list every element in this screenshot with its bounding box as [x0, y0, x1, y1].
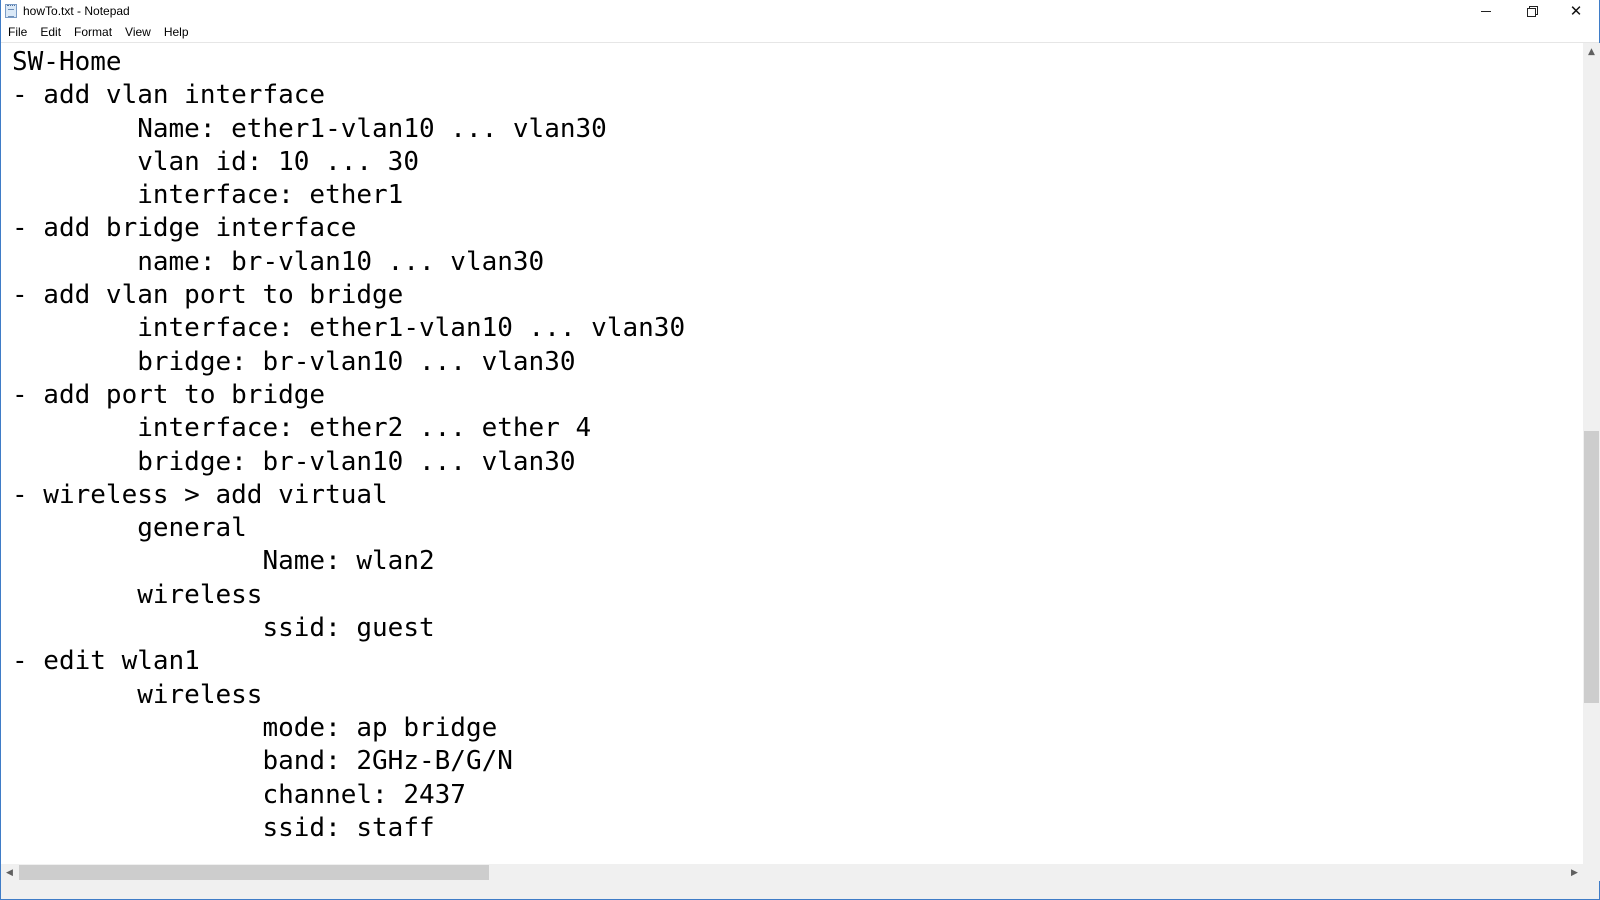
- minimize-icon: [1481, 10, 1491, 12]
- scrollbar-corner: [1583, 864, 1600, 881]
- horizontal-scroll-thumb[interactable]: [19, 865, 489, 880]
- restore-icon: [1527, 6, 1538, 17]
- window-bottom-edge: [1, 881, 1599, 899]
- arrow-left-icon: ◀: [6, 867, 13, 878]
- arrow-right-icon: ▶: [1571, 867, 1578, 878]
- text-editor-area[interactable]: SW-Home - add vlan interface Name: ether…: [1, 43, 1583, 881]
- notepad-icon: [5, 4, 17, 18]
- menu-format[interactable]: Format: [67, 22, 118, 42]
- vertical-scrollbar[interactable]: ▲ ▼: [1583, 43, 1600, 881]
- minimize-button[interactable]: [1463, 0, 1509, 22]
- menu-view[interactable]: View: [118, 22, 157, 42]
- document-text[interactable]: SW-Home - add vlan interface Name: ether…: [12, 46, 685, 845]
- scroll-up-button[interactable]: ▲: [1583, 43, 1600, 60]
- arrow-up-icon: ▲: [1588, 46, 1595, 57]
- scroll-right-button[interactable]: ▶: [1566, 864, 1583, 881]
- title-bar[interactable]: howTo.txt - Notepad ✕: [1, 0, 1599, 22]
- horizontal-scrollbar[interactable]: ◀ ▶: [1, 864, 1583, 881]
- menu-edit[interactable]: Edit: [33, 22, 67, 42]
- close-icon: ✕: [1569, 1, 1583, 20]
- notepad-window: howTo.txt - Notepad ✕ File Edit Format V…: [0, 0, 1600, 900]
- menu-help[interactable]: Help: [157, 22, 195, 42]
- scroll-left-button[interactable]: ◀: [1, 864, 18, 881]
- vertical-scroll-thumb[interactable]: [1584, 431, 1599, 703]
- close-button[interactable]: ✕: [1553, 0, 1599, 22]
- maximize-button[interactable]: [1509, 0, 1555, 22]
- menu-file[interactable]: File: [1, 22, 33, 42]
- window-title: howTo.txt - Notepad: [23, 4, 130, 18]
- menu-bar: File Edit Format View Help: [1, 22, 1599, 43]
